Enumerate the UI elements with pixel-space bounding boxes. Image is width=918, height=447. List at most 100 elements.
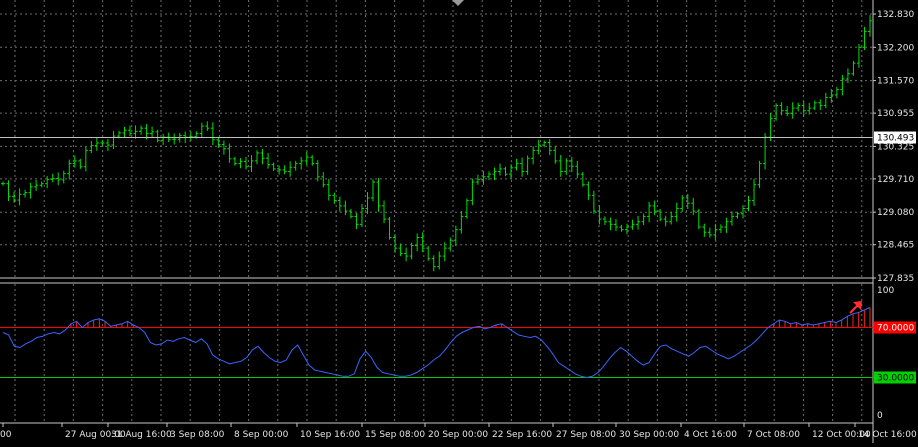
price-bar [525,155,530,175]
price-bar [503,166,508,177]
price-bar [763,133,768,170]
price-bar [34,179,39,191]
time-tick-label: 4 Oct 16:00 [684,430,737,440]
price-bar [774,103,779,121]
price-bars [1,14,872,272]
price-bar [619,224,624,232]
price-bar [868,14,872,37]
price-bar [28,182,33,199]
price-bar [663,215,668,227]
price-bar [453,225,458,247]
price-bar [161,133,166,145]
oscillator-levels [0,327,873,378]
price-tick-label: 129.710 [877,175,914,185]
time-tick-label: 10 Sep 16:00 [300,430,360,440]
price-bar [718,224,723,234]
current-price-label: 130.493 [877,134,914,144]
price-grid [0,0,873,279]
price-bar [315,160,320,182]
price-bar [862,26,867,51]
price-bar [531,146,536,165]
price-bar [520,157,525,177]
price-bar [199,122,204,139]
price-bar [370,179,375,202]
price-tick-label: 127.835 [877,274,914,284]
price-bar [172,133,177,145]
price-bar [658,209,663,222]
price-bar [818,99,823,111]
price-bar [310,155,315,166]
price-bar [746,195,751,212]
price-bar [851,61,856,76]
price-bar [354,213,359,230]
price-bar [326,178,331,201]
price-bar [498,163,503,176]
price-bar [122,126,127,138]
oscillator-tick-label: 100 [877,286,894,296]
price-bar [398,243,403,257]
time-tick-label: 22 Sep 16:00 [492,430,552,440]
price-bar [150,126,155,138]
price-bar [509,164,514,179]
price-bar [558,155,563,177]
price-bar [139,125,144,135]
price-bar [464,198,469,219]
oscillator-tick-label: 0 [877,411,883,421]
time-tick-label: 00 [0,430,12,440]
price-bar [586,181,591,200]
price-bar [243,156,248,170]
price-bar [652,200,657,216]
price-bar [387,216,392,240]
price-bar [856,43,861,68]
oscillator-line [2,307,871,379]
trend-arrow-icon [849,301,862,314]
price-bar [680,195,685,212]
price-bar [393,234,398,253]
price-bar [337,196,342,212]
price-bar [1,181,5,186]
price-bar [45,176,50,189]
price-bar [757,160,762,189]
price-bar [155,129,160,143]
time-tick-label: 8 Sep 00:00 [234,430,289,440]
price-tick-label: 130.325 [877,142,914,152]
price-bar [348,209,353,219]
price-bar [78,158,83,169]
price-bar [768,113,773,142]
price-bar [133,125,138,139]
price-tick-label: 132.200 [877,43,914,53]
oscillator-overbought-fill [70,307,871,328]
price-bar [343,200,348,216]
price-bar [17,188,22,206]
price-bar [255,150,260,165]
price-bar [492,167,497,181]
time-tick-label: 15 Sep 08:00 [365,430,425,440]
price-bar [812,100,817,111]
price-bar [376,178,381,212]
time-tick-label: 3 Sep 08:00 [170,430,225,440]
price-bar [569,156,574,173]
price-bar [431,255,436,272]
price-bar [547,139,552,156]
price-bar [608,217,613,231]
chart-canvas[interactable]: 132.830 132.200 131.570 130.955 130.325 129.7… [0,0,918,443]
price-bar [238,158,243,169]
time-tick-label: 27 Sep 08:00 [556,430,616,440]
price-tick-label: 132.830 [877,10,914,20]
price-bar [288,161,293,177]
price-bar [83,146,88,172]
price-bar [553,145,558,164]
oscillator-axis: 100 70.0000 30.0000 0 [874,286,916,421]
price-bar [459,211,464,234]
price-bar [801,101,806,117]
price-bar [232,156,237,166]
price-bar [409,242,414,260]
oscillator-grid [14,284,863,423]
price-bar [840,74,845,96]
price-bar [724,217,729,233]
scroll-marker-icon[interactable] [452,0,464,6]
price-bar [210,122,215,146]
price-bar [470,178,475,206]
chart-window[interactable]: 132.830 132.200 131.570 130.955 130.325 129.7… [0,0,918,443]
price-bar [437,251,442,270]
